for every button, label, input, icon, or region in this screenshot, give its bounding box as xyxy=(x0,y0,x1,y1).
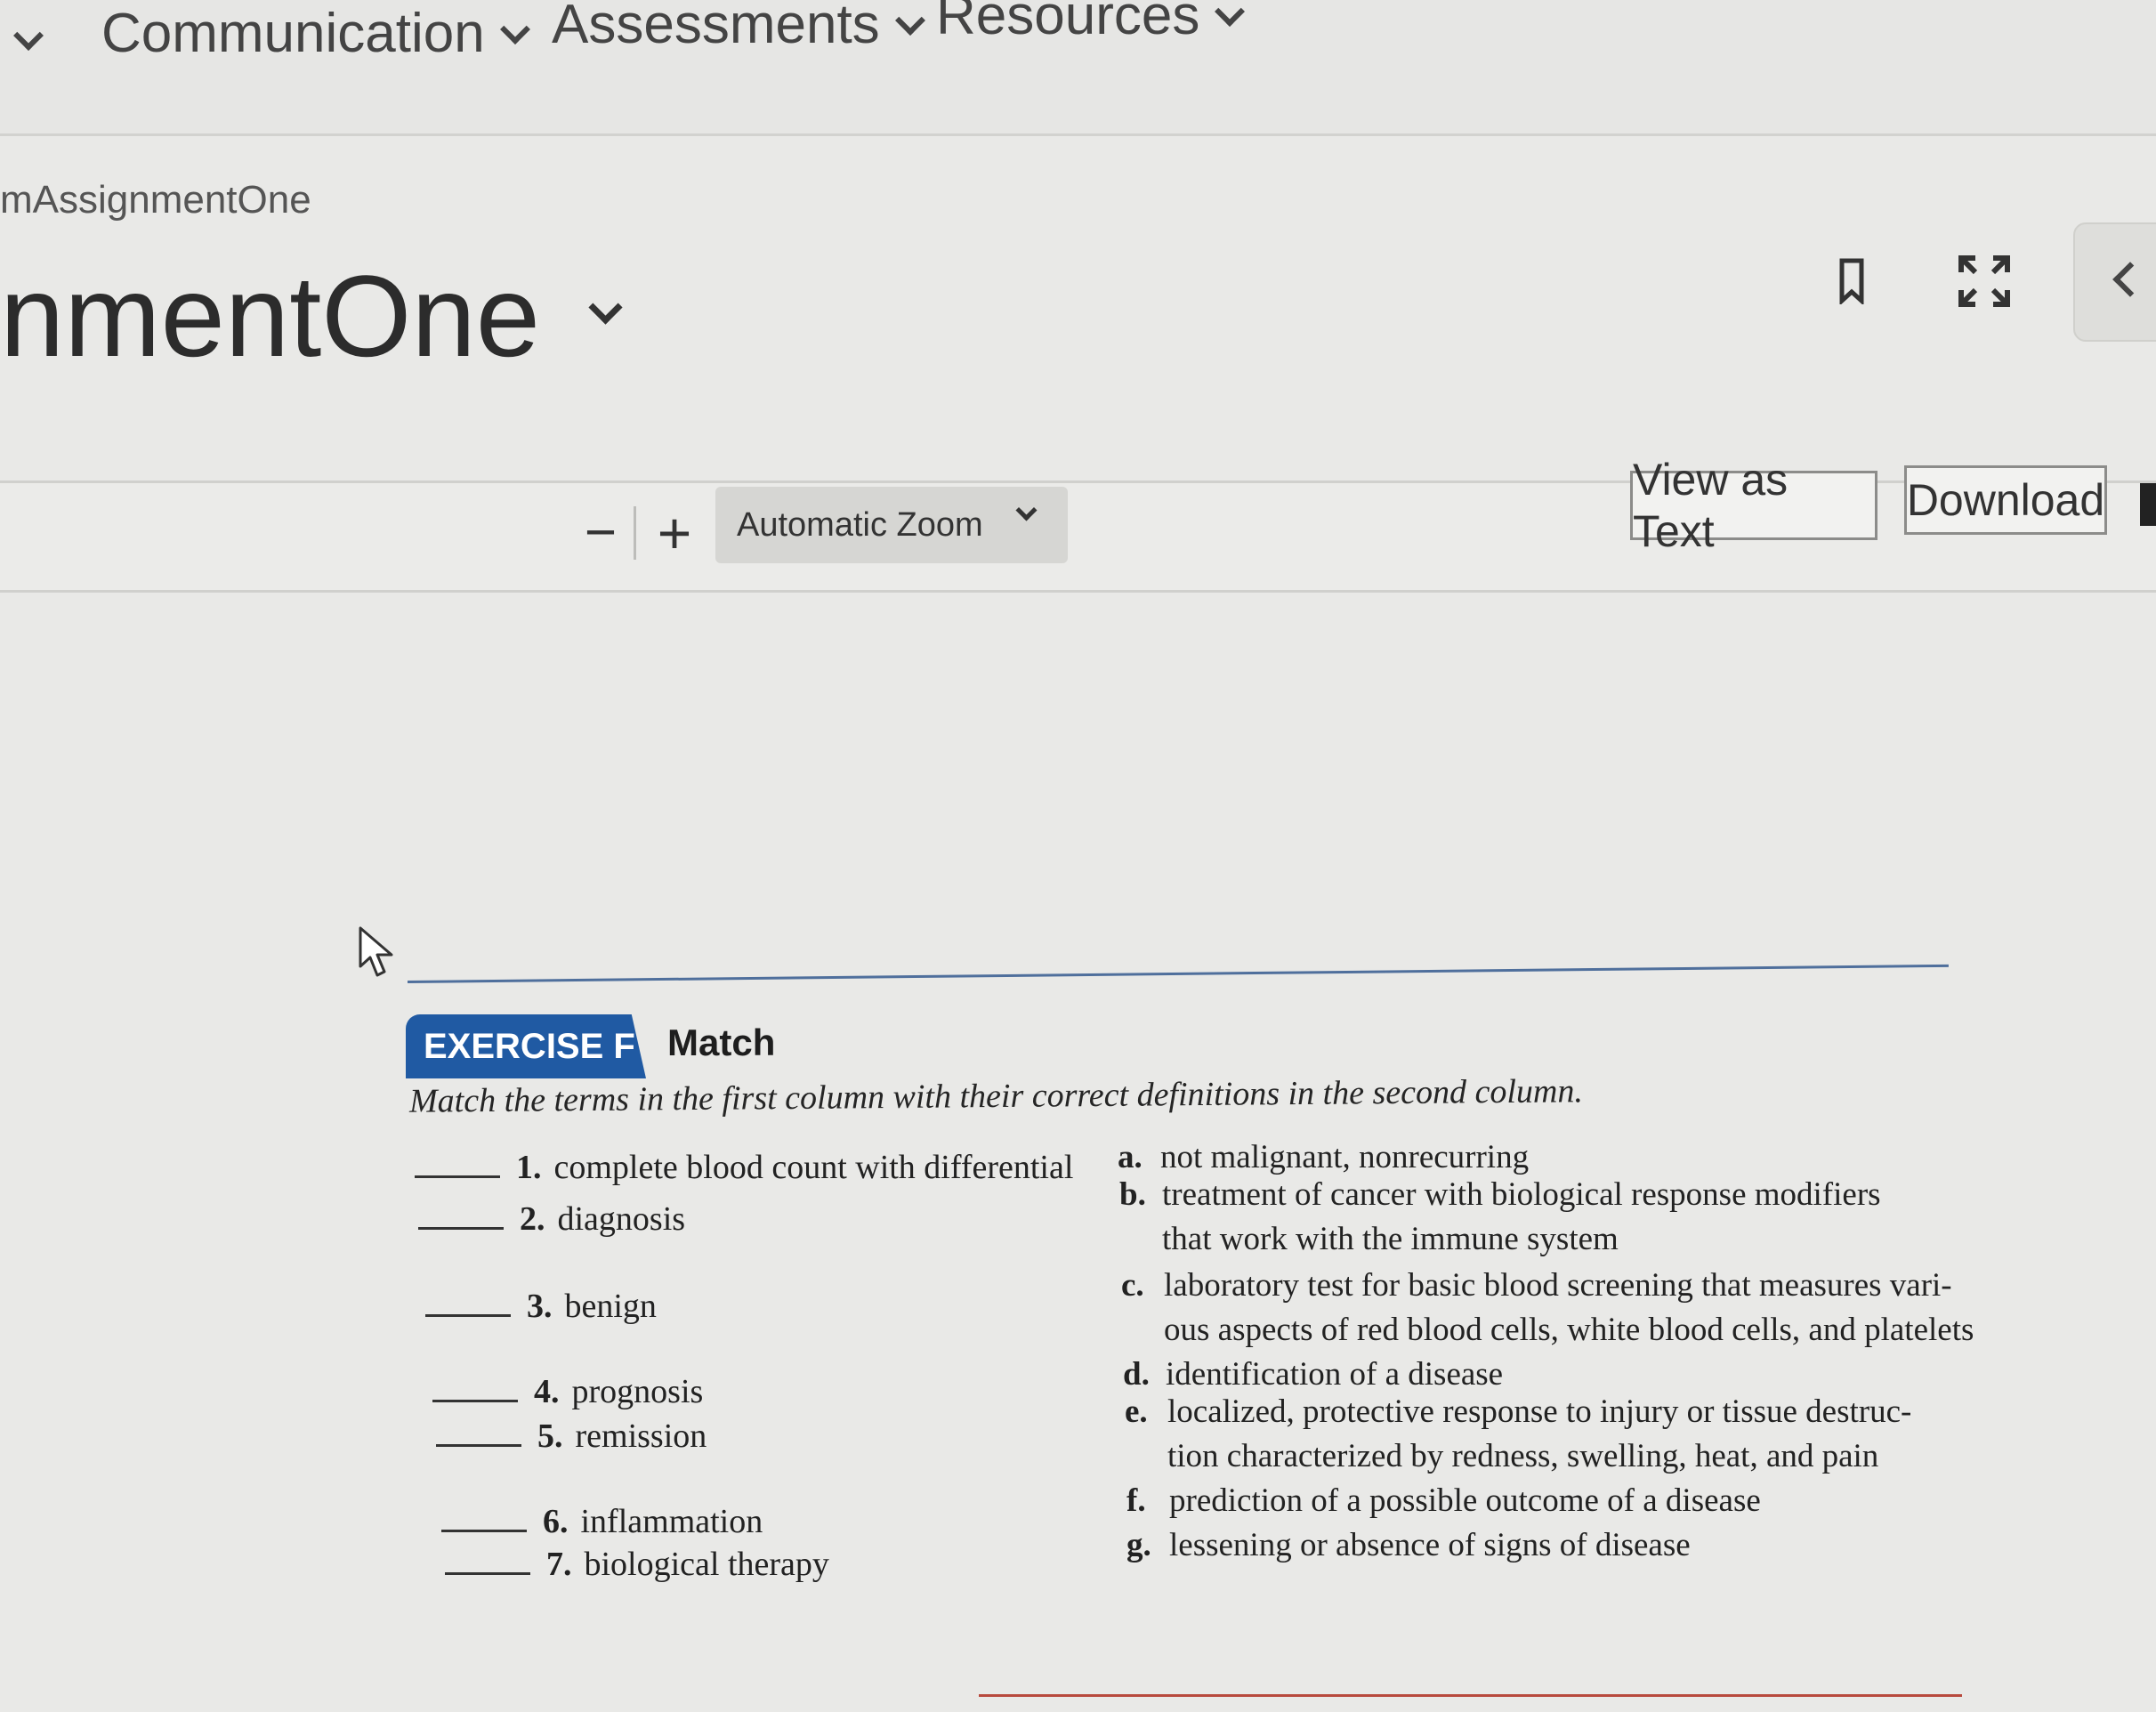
page-title[interactable]: nmentOne xyxy=(0,251,623,381)
chevron-down-icon xyxy=(499,13,530,44)
exercise-tab: EXERCISE F xyxy=(406,1014,646,1078)
chevron-down-icon xyxy=(894,4,925,36)
answer-blank[interactable] xyxy=(445,1546,530,1575)
view-as-text-button[interactable]: View as Text xyxy=(1630,455,1877,556)
top-navigation: Communication Assessments Resources xyxy=(0,0,2156,136)
nav-label: Resources xyxy=(936,0,1200,46)
chevron-down-icon[interactable] xyxy=(13,20,44,51)
definition-item: e. localized, protective response to inj… xyxy=(1125,1393,1912,1474)
expand-icon[interactable] xyxy=(1958,254,2011,308)
toolbar-separator xyxy=(634,506,636,560)
chevron-left-icon xyxy=(2112,262,2148,297)
term-item: 5. remission xyxy=(436,1417,707,1456)
answer-blank[interactable] xyxy=(425,1288,511,1317)
answer-blank[interactable] xyxy=(418,1200,504,1230)
breadcrumb[interactable]: mAssignmentOne xyxy=(0,178,311,222)
toolbar-edge xyxy=(2140,483,2156,526)
nav-label: Communication xyxy=(101,3,485,64)
term-item: 1. complete blood count with differentia… xyxy=(415,1148,1073,1187)
exercise-bottom-rule xyxy=(979,1694,1962,1697)
answer-blank[interactable] xyxy=(441,1503,527,1532)
nav-communication[interactable]: Communication xyxy=(101,2,530,65)
term-item: 4. prognosis xyxy=(432,1372,703,1411)
term-item: 2. diagnosis xyxy=(418,1199,685,1239)
page-title-text: nmentOne xyxy=(0,251,541,381)
exercise-top-rule xyxy=(407,964,1949,983)
answer-blank[interactable] xyxy=(432,1373,518,1402)
definition-item: f. prediction of a possible outcome of a… xyxy=(1126,1482,1761,1519)
definition-item: b. treatment of cancer with biological r… xyxy=(1119,1176,1881,1257)
exercise-instructions: Match the terms in the first column with… xyxy=(408,1072,1584,1120)
sidebar-toggle-button[interactable] xyxy=(2073,222,2156,342)
chevron-down-icon xyxy=(1215,0,1246,27)
chevron-down-icon[interactable] xyxy=(588,289,623,325)
pdf-toolbar: − + Automatic Zoom View as Text Download xyxy=(0,455,2156,593)
zoom-select[interactable]: Automatic Zoom xyxy=(715,487,1068,563)
nav-resources[interactable]: Resources xyxy=(936,0,1246,47)
exercise-label: Match xyxy=(667,1022,776,1063)
chevron-down-icon xyxy=(1015,499,1038,521)
zoom-in-button[interactable]: + xyxy=(650,504,699,562)
zoom-out-button[interactable]: − xyxy=(578,505,623,561)
nav-assessments[interactable]: Assessments xyxy=(552,0,925,56)
definition-item: g. lessening or absence of signs of dise… xyxy=(1126,1527,1691,1563)
term-item: 3. benign xyxy=(425,1287,657,1326)
mouse-cursor-icon xyxy=(359,926,393,977)
zoom-select-value: Automatic Zoom xyxy=(737,505,983,544)
answer-blank[interactable] xyxy=(436,1417,521,1447)
definition-item: c. laboratory test for basic blood scree… xyxy=(1121,1267,1974,1348)
term-item: 6. inflammation xyxy=(441,1502,763,1541)
term-item: 7. biological therapy xyxy=(445,1545,829,1584)
nav-label: Assessments xyxy=(552,0,880,55)
download-button[interactable]: Download xyxy=(1904,465,2107,535)
answer-blank[interactable] xyxy=(415,1149,500,1178)
bookmark-icon[interactable] xyxy=(1838,258,1865,304)
